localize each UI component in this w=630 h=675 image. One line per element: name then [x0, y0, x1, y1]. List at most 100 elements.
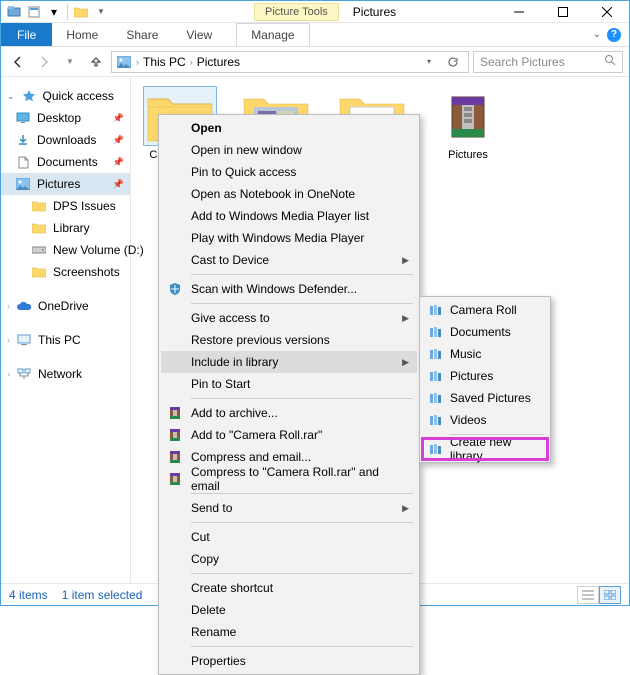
- context-menu-item[interactable]: Create shortcut: [161, 577, 417, 599]
- status-selected: 1 item selected: [62, 588, 143, 602]
- context-menu-item[interactable]: Videos: [422, 409, 548, 431]
- qat-properties-icon[interactable]: [25, 3, 43, 21]
- nav-item-downloads[interactable]: Downloads 📌: [1, 129, 130, 151]
- context-menu-separator: [191, 493, 413, 494]
- context-menu-label: Delete: [191, 603, 226, 617]
- context-menu-label: Add to archive...: [191, 406, 278, 420]
- context-menu-separator: [191, 398, 413, 399]
- context-menu-item[interactable]: Pin to Start: [161, 373, 417, 395]
- nav-item-screenshots[interactable]: Screenshots: [1, 261, 130, 283]
- help-icon[interactable]: ?: [607, 28, 621, 42]
- nav-label: Network: [38, 367, 82, 381]
- context-menu-item[interactable]: Send to▶: [161, 497, 417, 519]
- context-menu-label: Restore previous versions: [191, 333, 330, 347]
- item-pictures-rar[interactable]: Pictures: [427, 87, 509, 161]
- context-menu-label: Documents: [450, 325, 511, 339]
- nav-item-library[interactable]: Library: [1, 217, 130, 239]
- breadcrumb-sep[interactable]: ›: [136, 57, 139, 67]
- context-menu-item[interactable]: Play with Windows Media Player: [161, 227, 417, 249]
- ribbon-tab-home[interactable]: Home: [52, 23, 112, 46]
- context-menu-label: Add to Windows Media Player list: [191, 209, 369, 223]
- context-menu-item[interactable]: Open: [161, 117, 417, 139]
- context-menu-label: Open in new window: [191, 143, 302, 157]
- back-button[interactable]: [7, 51, 29, 73]
- qat-newfolder-icon[interactable]: [72, 3, 90, 21]
- folder-icon: [31, 264, 47, 280]
- context-submenu-include-in-library: Camera Roll Documents MusicPicturesSaved P…: [419, 296, 551, 463]
- qat-dropdown-icon[interactable]: ▼: [92, 3, 110, 21]
- context-menu-item[interactable]: Add to archive...: [161, 402, 417, 424]
- ribbon-tab-manage[interactable]: Manage: [236, 23, 309, 46]
- context-menu-item[interactable]: Open as Notebook in OneNote: [161, 183, 417, 205]
- context-menu-item[interactable]: Properties: [161, 650, 417, 672]
- recent-locations-button[interactable]: ▼: [59, 51, 81, 73]
- context-menu-item[interactable]: Copy: [161, 548, 417, 570]
- context-menu-item[interactable]: Cut: [161, 526, 417, 548]
- star-icon: [21, 88, 37, 104]
- breadcrumb-pictures[interactable]: Pictures: [197, 55, 240, 69]
- nav-network[interactable]: › Network: [1, 363, 130, 385]
- context-menu-item[interactable]: Add to "Camera Roll.rar": [161, 424, 417, 446]
- context-menu-item[interactable]: Cast to Device▶: [161, 249, 417, 271]
- context-menu-label: Properties: [191, 654, 246, 668]
- search-box[interactable]: Search Pictures: [473, 51, 623, 73]
- nav-this-pc[interactable]: › This PC: [1, 329, 130, 351]
- nav-onedrive[interactable]: › OneDrive: [1, 295, 130, 317]
- context-menu-label: Create shortcut: [191, 581, 273, 595]
- nav-item-documents[interactable]: Documents 📌: [1, 151, 130, 173]
- context-menu-item[interactable]: Compress to "Camera Roll.rar" and email: [161, 468, 417, 490]
- close-button[interactable]: [585, 1, 629, 23]
- nav-item-desktop[interactable]: Desktop 📌: [1, 107, 130, 129]
- submenu-arrow-icon: ▶: [402, 313, 409, 324]
- nav-item-dps-issues[interactable]: DPS Issues: [1, 195, 130, 217]
- context-menu-item[interactable]: Create new library: [422, 438, 548, 460]
- context-menu-label: Open: [191, 121, 222, 135]
- chevron-down-icon: ⌄: [7, 91, 15, 102]
- context-menu-item[interactable]: Include in library▶: [161, 351, 417, 373]
- context-menu-item[interactable]: Music: [422, 343, 548, 365]
- context-menu-item[interactable]: Add to Windows Media Player list: [161, 205, 417, 227]
- up-button[interactable]: [85, 51, 107, 73]
- context-menu-item[interactable]: Saved Pictures: [422, 387, 548, 409]
- context-menu-item[interactable]: Rename: [161, 621, 417, 643]
- address-dropdown-button[interactable]: ▾: [418, 51, 440, 73]
- minimize-button[interactable]: [497, 1, 541, 23]
- breadcrumb-sep[interactable]: ›: [190, 57, 193, 67]
- lib-icon: [428, 368, 444, 384]
- window-title: Pictures: [353, 5, 396, 19]
- context-menu-label: Compress and email...: [191, 450, 311, 464]
- rar-icon: [167, 405, 183, 421]
- refresh-button[interactable]: [442, 51, 464, 73]
- lib-icon: [428, 390, 444, 406]
- ribbon-tab-share[interactable]: Share: [112, 23, 172, 46]
- view-thumbnails-button[interactable]: [599, 586, 621, 604]
- address-bar[interactable]: › This PC › Pictures ▾: [111, 51, 469, 73]
- nav-quick-access[interactable]: ⌄ Quick access: [1, 85, 130, 107]
- submenu-arrow-icon: ▶: [402, 255, 409, 266]
- pictures-location-icon: [116, 54, 132, 70]
- forward-button[interactable]: [33, 51, 55, 73]
- submenu-arrow-icon: ▶: [402, 503, 409, 514]
- ribbon-file-tab[interactable]: File: [1, 23, 52, 46]
- view-details-button[interactable]: [577, 586, 599, 604]
- context-menu-item[interactable]: Camera Roll: [422, 299, 548, 321]
- ribbon-expand-icon[interactable]: ⌄: [593, 29, 601, 40]
- qat-dropdown-icon[interactable]: ▾: [45, 3, 63, 21]
- nav-item-new-volume[interactable]: New Volume (D:): [1, 239, 130, 261]
- context-menu-item[interactable]: Give access to▶: [161, 307, 417, 329]
- context-menu-item[interactable]: Open in new window: [161, 139, 417, 161]
- context-menu-item[interactable]: Scan with Windows Defender...: [161, 278, 417, 300]
- breadcrumb-this-pc[interactable]: This PC: [143, 55, 186, 69]
- lib-icon: [428, 441, 444, 457]
- maximize-button[interactable]: [541, 1, 585, 23]
- context-menu-item[interactable]: Pictures: [422, 365, 548, 387]
- context-menu-label: Create new library: [450, 435, 538, 463]
- ribbon-tab-view[interactable]: View: [172, 23, 226, 46]
- pin-icon: 📌: [113, 135, 124, 146]
- context-menu-item[interactable]: Delete: [161, 599, 417, 621]
- context-menu-item[interactable]: Pin to Quick access: [161, 161, 417, 183]
- context-menu-item[interactable]: Documents: [422, 321, 548, 343]
- nav-item-pictures[interactable]: Pictures 📌: [1, 173, 130, 195]
- context-menu-item[interactable]: Restore previous versions: [161, 329, 417, 351]
- lib-icon: [428, 302, 444, 318]
